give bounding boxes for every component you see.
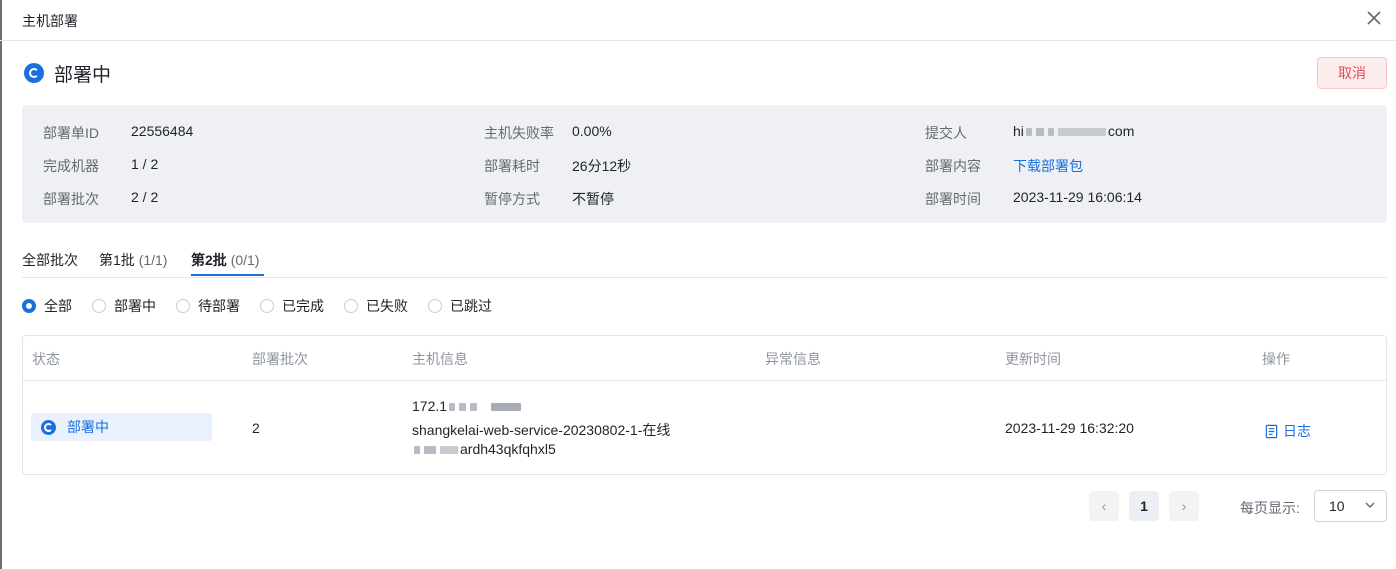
tab-batch-1[interactable]: 第1批 (1/1) — [99, 250, 167, 270]
log-link[interactable]: 日志 — [1264, 421, 1311, 441]
deploy-info-panel: 部署单ID 22556484 完成机器 1 / 2 部署批次 2 / 2 主机失… — [22, 105, 1387, 223]
info-value-finished-machines: 1 / 2 — [131, 156, 159, 172]
radio-icon — [260, 299, 274, 313]
filter-all[interactable]: 全部 — [22, 296, 72, 316]
per-page-select[interactable]: 10 — [1314, 490, 1387, 522]
table-header: 状态 部署批次 主机信息 异常信息 更新时间 操作 — [23, 336, 1386, 381]
radio-icon — [92, 299, 106, 313]
filter-pending[interactable]: 待部署 — [176, 296, 240, 316]
row-host-ip: 172.1 — [412, 398, 523, 414]
dialog-header: 主机部署 — [0, 0, 1396, 41]
backdrop-edge — [0, 0, 2, 569]
batch-tabs: 全部批次 第1批 (1/1) 第2批 (0/1) — [22, 244, 1387, 278]
tab-batch-2[interactable]: 第2批 (0/1) — [191, 250, 259, 270]
filter-failed[interactable]: 已失败 — [344, 296, 408, 316]
info-value-deploy-time: 2023-11-29 16:06:14 — [1013, 189, 1142, 205]
per-page-label: 每页显示: — [1240, 500, 1300, 516]
status-badge: 部署中 — [31, 413, 212, 441]
prev-page-button[interactable]: ‹ — [1089, 491, 1119, 521]
radio-icon — [176, 299, 190, 313]
radio-icon — [428, 299, 442, 313]
col-error-info: 异常信息 — [765, 351, 821, 367]
loading-icon — [41, 419, 56, 435]
cancel-button[interactable]: 取消 — [1317, 57, 1387, 89]
info-value-deploy-id: 22556484 — [131, 123, 194, 139]
info-value-pause-mode: 不暂停 — [572, 191, 614, 207]
col-updated: 更新时间 — [1005, 351, 1061, 367]
download-package-link[interactable]: 下载部署包 — [1013, 156, 1083, 176]
row-updated: 2023-11-29 16:32:20 — [1005, 420, 1134, 436]
next-page-button[interactable]: › — [1169, 491, 1199, 521]
active-tab-indicator — [191, 274, 264, 276]
loading-icon — [24, 63, 44, 83]
deploy-status-text: 部署中 — [54, 64, 112, 86]
document-icon — [1265, 424, 1278, 438]
row-host-service: shangkelai-web-service-20230802-1-在线 — [412, 422, 671, 438]
host-table: 状态 部署批次 主机信息 异常信息 更新时间 操作 部署中 2 172.1 sh… — [22, 335, 1387, 475]
row-batch: 2 — [252, 420, 260, 436]
info-value-submitter: hi com — [1013, 123, 1135, 139]
filter-skipped[interactable]: 已跳过 — [428, 296, 492, 316]
info-label-batch: 部署批次 — [43, 191, 99, 207]
status-filter: 全部 部署中 待部署 已完成 已失败 已跳过 — [22, 296, 512, 316]
info-label-fail-rate: 主机失败率 — [484, 125, 554, 141]
info-label-finished-machines: 完成机器 — [43, 158, 99, 174]
dialog-title: 主机部署 — [22, 13, 78, 29]
col-actions: 操作 — [1262, 351, 1290, 367]
info-label-deploy-content: 部署内容 — [925, 158, 981, 174]
col-status: 状态 — [32, 351, 60, 367]
deploy-status-heading: 部署中 — [24, 60, 111, 86]
col-host-info: 主机信息 — [412, 351, 468, 367]
col-batch: 部署批次 — [252, 351, 308, 367]
page-1-button[interactable]: 1 — [1129, 491, 1159, 521]
info-value-batch: 2 / 2 — [131, 189, 159, 205]
filter-deploying[interactable]: 部署中 — [92, 296, 156, 316]
radio-icon — [344, 299, 358, 313]
filter-completed[interactable]: 已完成 — [260, 296, 324, 316]
close-icon[interactable] — [1362, 6, 1386, 30]
info-label-submitter: 提交人 — [925, 125, 967, 141]
info-label-pause-mode: 暂停方式 — [484, 191, 540, 207]
radio-checked-icon — [22, 299, 36, 313]
tab-all-batches[interactable]: 全部批次 — [22, 250, 78, 270]
row-host-id: ardh43qkfqhxl5 — [412, 441, 556, 457]
info-label-duration: 部署耗时 — [484, 158, 540, 174]
info-label-deploy-id: 部署单ID — [43, 125, 99, 141]
info-value-duration: 26分12秒 — [572, 158, 632, 174]
info-value-fail-rate: 0.00% — [572, 123, 612, 139]
info-label-deploy-time: 部署时间 — [925, 191, 981, 207]
chevron-down-icon — [1365, 502, 1375, 508]
